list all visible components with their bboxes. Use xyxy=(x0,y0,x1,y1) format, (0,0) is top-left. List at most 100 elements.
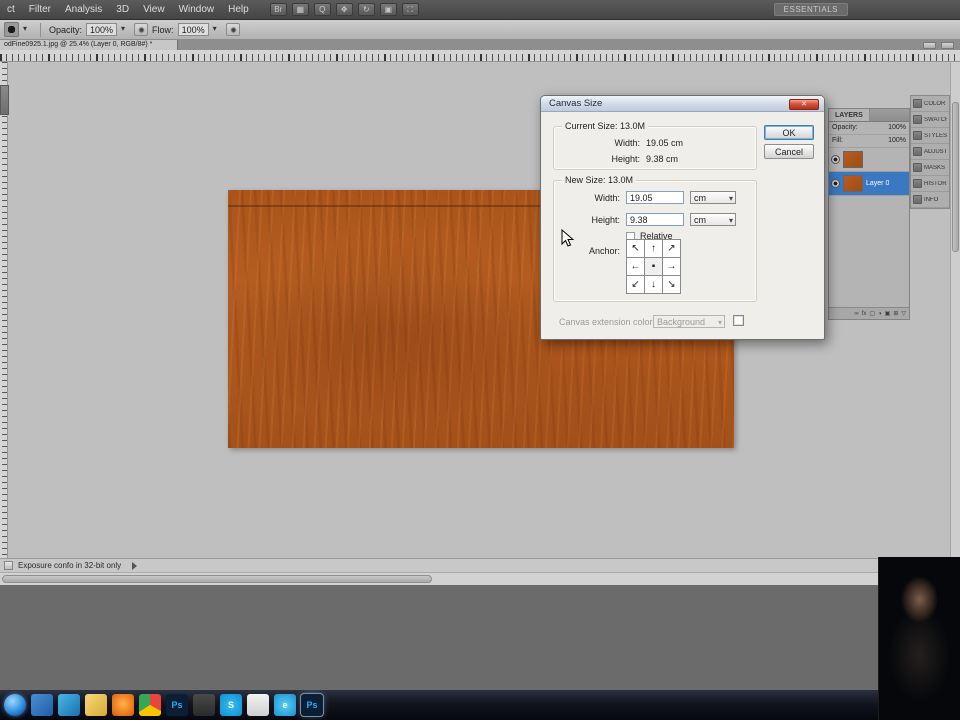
taskbar-icon-internet-explorer[interactable]: e xyxy=(274,694,296,716)
menu-item-window[interactable]: Window xyxy=(172,0,222,19)
brush-preset-icon[interactable] xyxy=(4,22,19,37)
layer-row-0[interactable] xyxy=(829,148,909,172)
taskbar-icon-messenger-app[interactable] xyxy=(58,694,80,716)
menu-item-help[interactable]: Help xyxy=(221,0,256,19)
vertical-ruler[interactable] xyxy=(0,62,8,558)
vertical-scrollbar-thumb[interactable] xyxy=(952,102,959,252)
flow-value[interactable]: 100% xyxy=(177,23,209,36)
anchor-cell-0[interactable]: ↖ xyxy=(627,240,644,257)
taskbar-icon-photoshop-active[interactable]: Ps xyxy=(300,693,324,717)
current-size-group: Current Size: 13.0M Width: 19.05 cm Heig… xyxy=(553,121,757,170)
panel-info[interactable]: INFO xyxy=(911,192,949,208)
bridge-icon[interactable]: Br xyxy=(269,3,287,16)
panel-menu-icon[interactable] xyxy=(923,42,936,49)
panel-adjustments-label: ADJUSTMENTS xyxy=(924,148,947,155)
vertical-scrollbar[interactable] xyxy=(950,62,960,558)
taskbar-icon-chrome[interactable] xyxy=(139,694,161,716)
new-width-input[interactable]: 19.05 xyxy=(626,191,684,204)
layer-row-1[interactable]: Layer 0 xyxy=(829,172,909,196)
layers-opacity-row: Opacity: 100% xyxy=(829,122,909,135)
screen-mode-icon[interactable]: ⛶ xyxy=(401,3,419,16)
opacity-dropdown-arrow-icon[interactable] xyxy=(121,23,130,36)
panel-swatches-label: SWATCHES xyxy=(924,116,947,123)
layers-panel: LAYERS Opacity: 100% Fill: 100% Layer 0 … xyxy=(828,108,910,320)
menu-item-3d[interactable]: 3D xyxy=(109,0,136,19)
new-height-input[interactable]: 9.38 xyxy=(626,213,684,226)
layer-effects-icon[interactable]: fx xyxy=(862,308,867,320)
taskbar-icon-photoshop[interactable]: Ps xyxy=(166,694,188,716)
workspace-switcher-button[interactable]: ESSENTIALS xyxy=(773,3,848,16)
appbar-icons: Br ▦ Q ✥ ↻ ▣ ⛶ xyxy=(269,3,419,16)
cancel-button[interactable]: Cancel xyxy=(764,144,814,159)
play-arrow-icon[interactable] xyxy=(132,561,138,570)
adjustment-layer-icon[interactable]: ◑ xyxy=(878,308,882,320)
anchor-cell-1[interactable]: ↑ xyxy=(645,240,662,257)
extension-color-select[interactable]: Background xyxy=(653,315,725,328)
panel-styles[interactable]: STYLES xyxy=(911,128,949,144)
menu-item-view[interactable]: View xyxy=(136,0,172,19)
separator xyxy=(40,22,41,37)
anchor-cell-8[interactable]: ↘ xyxy=(663,276,680,293)
panel-info-label: INFO xyxy=(924,196,939,203)
flow-dropdown-arrow-icon[interactable] xyxy=(213,23,222,36)
ok-button[interactable]: OK xyxy=(764,125,814,140)
layer-group-icon[interactable]: ▣ xyxy=(885,308,891,320)
document-tab[interactable]: odFine0925.1.jpg @ 25.4% (Layer 0, RGB/8… xyxy=(0,40,178,50)
anchor-cell-6[interactable]: ↙ xyxy=(627,276,644,293)
panel-history[interactable]: HISTORY xyxy=(911,176,949,192)
delete-layer-icon[interactable]: ▽ xyxy=(901,308,906,320)
airbrush-toggle-icon[interactable] xyxy=(225,23,240,36)
anchor-cell-7[interactable]: ↓ xyxy=(645,276,662,293)
rotate-view-icon[interactable]: ↻ xyxy=(357,3,375,16)
anchor-cell-2[interactable]: ↗ xyxy=(663,240,680,257)
taskbar-icon-media-app[interactable] xyxy=(31,694,53,716)
menu-item-ct[interactable]: ct xyxy=(0,0,22,19)
flow-label: Flow: xyxy=(152,24,174,35)
layer-mask-icon[interactable]: ▢ xyxy=(869,308,875,320)
tools-panel-edge[interactable] xyxy=(0,85,9,115)
hand-tool-icon[interactable]: ✥ xyxy=(335,3,353,16)
horizontal-scrollbar[interactable] xyxy=(0,572,960,585)
visibility-eye-icon[interactable] xyxy=(831,155,840,164)
taskbar-icon-skype[interactable]: S xyxy=(220,694,242,716)
panel-swatches[interactable]: SWATCHES xyxy=(911,112,949,128)
taskbar-icon-firefox[interactable] xyxy=(112,694,134,716)
menu-item-filter[interactable]: Filter xyxy=(22,0,58,19)
panel-adjustments[interactable]: ADJUSTMENTS xyxy=(911,144,949,160)
horizontal-scrollbar-thumb[interactable] xyxy=(2,575,432,583)
link-layers-icon[interactable]: ∞ xyxy=(854,308,858,320)
panel-color[interactable]: COLOR xyxy=(911,96,949,112)
brush-dropdown-arrow-icon[interactable] xyxy=(23,23,32,36)
new-size-group: New Size: 13.0M Width: 19.05 cm Height: … xyxy=(553,175,757,302)
anchor-cell-4[interactable]: ▪ xyxy=(645,258,662,275)
current-size-legend: Current Size: 13.0M xyxy=(562,121,649,131)
opacity-value[interactable]: 100% xyxy=(86,23,118,36)
current-height-label: Height: xyxy=(611,154,640,164)
panel-masks[interactable]: MASKS xyxy=(911,160,949,176)
new-width-unit-select[interactable]: cm xyxy=(690,191,736,204)
extension-color-swatch[interactable] xyxy=(733,315,744,326)
anchor-grid: ↖ ↑ ↗ ← ▪ → ↙ ↓ ↘ xyxy=(626,239,681,294)
zoom-tool-icon[interactable]: Q xyxy=(313,3,331,16)
anchor-cell-5[interactable]: → xyxy=(663,258,680,275)
taskbar-icon-start-orb[interactable] xyxy=(4,694,26,716)
taskbar-icon-dark-app[interactable] xyxy=(193,694,215,716)
horizontal-ruler[interactable] xyxy=(0,50,960,62)
anchor-cell-3[interactable]: ← xyxy=(627,258,644,275)
dialog-title-bar[interactable]: Canvas Size xyxy=(541,96,824,112)
layers-opacity-value[interactable]: 100% xyxy=(888,122,906,134)
tab-layers[interactable]: LAYERS xyxy=(829,109,870,121)
taskbar-icon-windows-explorer[interactable] xyxy=(85,694,107,716)
new-layer-icon[interactable]: ⊞ xyxy=(893,308,898,320)
arrange-documents-icon[interactable]: ▣ xyxy=(379,3,397,16)
close-icon[interactable] xyxy=(789,99,819,110)
collapse-panels-icon[interactable] xyxy=(941,42,954,49)
current-width-value: 19.05 cm xyxy=(646,138,684,148)
taskbar-icon-document-app[interactable] xyxy=(247,694,269,716)
new-height-unit-select[interactable]: cm xyxy=(690,213,736,226)
layers-fill-value[interactable]: 100% xyxy=(888,135,906,147)
airbrush-icon[interactable] xyxy=(134,23,149,36)
visibility-eye-icon[interactable] xyxy=(831,179,840,188)
menu-item-analysis[interactable]: Analysis xyxy=(58,0,109,19)
view-extras-icon[interactable]: ▦ xyxy=(291,3,309,16)
